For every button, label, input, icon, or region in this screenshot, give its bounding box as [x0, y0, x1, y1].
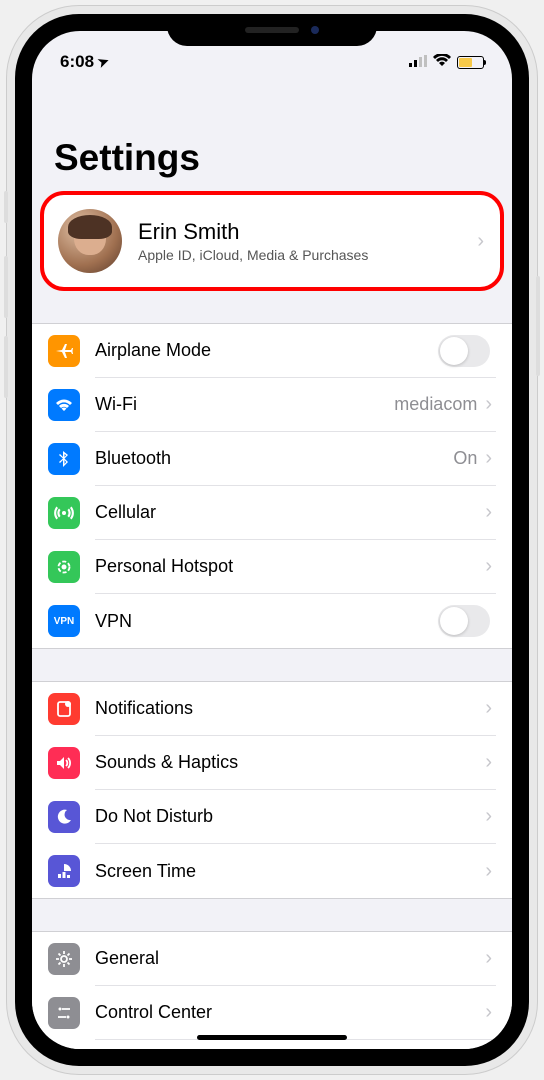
vpn-icon: VPN	[48, 605, 80, 637]
page-title: Settings	[32, 79, 512, 191]
chevron-right-icon: ›	[485, 947, 492, 970]
settings-row-hotspot[interactable]: Personal Hotspot›	[32, 540, 512, 594]
row-value: On	[453, 448, 477, 469]
chevron-right-icon: ›	[485, 447, 492, 470]
settings-row-display[interactable]: AADisplay & Brightness›	[32, 1040, 512, 1049]
row-label: Cellular	[95, 502, 485, 523]
volume-up-button[interactable]	[4, 256, 8, 318]
row-label: Bluetooth	[95, 448, 453, 469]
controlcenter-icon	[48, 997, 80, 1029]
home-indicator[interactable]	[197, 1035, 347, 1040]
bluetooth-icon	[48, 443, 80, 475]
avatar	[58, 209, 122, 273]
settings-row-general[interactable]: General›	[32, 932, 512, 986]
connectivity-group: Airplane ModeWi-Fimediacom›BluetoothOn›C…	[32, 323, 512, 649]
screentime-icon	[48, 855, 80, 887]
notifications-group: Notifications›Sounds & Haptics›Do Not Di…	[32, 681, 512, 899]
settings-row-controlcenter[interactable]: Control Center›	[32, 986, 512, 1040]
settings-row-wifi[interactable]: Wi-Fimediacom ›	[32, 378, 512, 432]
chevron-right-icon: ›	[485, 697, 492, 720]
volume-down-button[interactable]	[4, 336, 8, 398]
wifi-icon	[48, 389, 80, 421]
row-label: VPN	[95, 611, 438, 632]
notch	[167, 14, 377, 46]
phone-bezel: 6:08 ➤ Settings Erin Smit	[15, 14, 529, 1066]
power-button[interactable]	[536, 276, 540, 376]
notifications-icon	[48, 693, 80, 725]
chevron-right-icon: ›	[485, 393, 492, 416]
profile-name: Erin Smith	[138, 219, 477, 245]
settings-row-sounds[interactable]: Sounds & Haptics›	[32, 736, 512, 790]
settings-row-cellular[interactable]: Cellular›	[32, 486, 512, 540]
mute-switch[interactable]	[4, 191, 8, 223]
status-time: 6:08	[60, 52, 94, 72]
chevron-right-icon: ›	[485, 501, 492, 524]
profile-subtitle: Apple ID, iCloud, Media & Purchases	[138, 247, 477, 263]
general-group: General›Control Center›AADisplay & Brigh…	[32, 931, 512, 1049]
row-label: Wi-Fi	[95, 394, 394, 415]
settings-row-vpn[interactable]: VPN VPN	[32, 594, 512, 648]
wifi-icon	[433, 52, 451, 72]
chevron-right-icon: ›	[485, 751, 492, 774]
chevron-right-icon: ›	[485, 1001, 492, 1024]
chevron-right-icon: ›	[485, 805, 492, 828]
settings-row-airplane[interactable]: Airplane Mode	[32, 324, 512, 378]
signal-icon	[409, 52, 427, 72]
row-label: Personal Hotspot	[95, 556, 485, 577]
sounds-icon	[48, 747, 80, 779]
airplane-switch[interactable]	[438, 335, 490, 367]
row-label: Do Not Disturb	[95, 806, 485, 827]
row-label: General	[95, 948, 485, 969]
row-label: Airplane Mode	[95, 340, 438, 361]
row-value: mediacom	[394, 394, 477, 415]
settings-row-bluetooth[interactable]: BluetoothOn ›	[32, 432, 512, 486]
row-label: Control Center	[95, 1002, 485, 1023]
apple-id-row[interactable]: Erin Smith Apple ID, iCloud, Media & Pur…	[40, 191, 504, 291]
location-icon: ➤	[96, 53, 112, 72]
row-label: Notifications	[95, 698, 485, 719]
settings-row-dnd[interactable]: Do Not Disturb›	[32, 790, 512, 844]
row-label: Screen Time	[95, 861, 485, 882]
chevron-right-icon: ›	[485, 555, 492, 578]
cellular-icon	[48, 497, 80, 529]
hotspot-icon	[48, 551, 80, 583]
airplane-icon	[48, 335, 80, 367]
screen: 6:08 ➤ Settings Erin Smit	[32, 31, 512, 1049]
dnd-icon	[48, 801, 80, 833]
settings-row-screentime[interactable]: Screen Time›	[32, 844, 512, 898]
vpn-switch[interactable]	[438, 605, 490, 637]
chevron-right-icon: ›	[485, 860, 492, 883]
settings-row-notifications[interactable]: Notifications›	[32, 682, 512, 736]
general-icon	[48, 943, 80, 975]
row-label: Sounds & Haptics	[95, 752, 485, 773]
phone-frame: 6:08 ➤ Settings Erin Smit	[7, 6, 537, 1074]
chevron-right-icon: ›	[477, 230, 484, 253]
battery-icon	[457, 56, 484, 69]
